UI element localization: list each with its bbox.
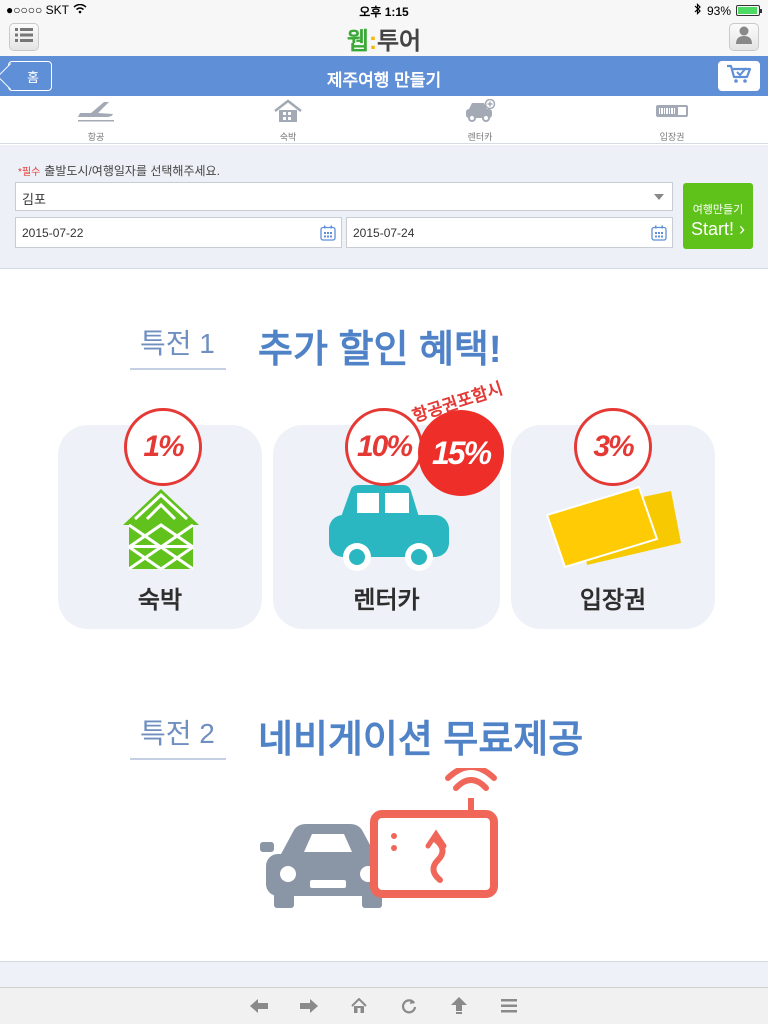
tab-hotel[interactable]: 숙박 [192, 96, 384, 143]
category-tabs: 항공 숙박 렌터카 입장권 [0, 96, 768, 144]
battery-percent: 93% [706, 3, 731, 18]
perk1-label: 특전 1 [130, 322, 226, 370]
house-icon [273, 99, 303, 128]
clock: 오후 1:15 [359, 5, 409, 19]
extra-discount-badge: 15% [418, 410, 504, 496]
discount-badge: 1% [124, 408, 202, 486]
user-icon [736, 26, 752, 49]
chevron-down-icon [654, 194, 664, 200]
tab-label: 렌터카 [467, 132, 493, 142]
start-trip-button[interactable]: 여행만들기 Start! › [683, 183, 753, 249]
perk1-title: 추가 할인 혜택! [258, 329, 502, 371]
app-header: 웹:투어 [0, 20, 768, 56]
logo-part1: 웹 [346, 28, 369, 55]
promo-banner: 특전 1 추가 할인 혜택! 숙박 1% 렌터카 10% 15% 항공권포함시 … [0, 270, 768, 960]
scroll-top-icon[interactable] [448, 995, 470, 1017]
lodging-illustration-icon [113, 485, 209, 576]
status-right: 93% [694, 3, 762, 18]
end-date-field[interactable]: 2015-07-24 [346, 217, 673, 248]
card-label: 렌터카 [353, 587, 420, 614]
tab-flight[interactable]: 항공 [0, 96, 192, 143]
start-button-label: Start! › [690, 219, 745, 239]
menu-lines-icon[interactable] [498, 995, 520, 1017]
ticket-illustration-icon [543, 481, 683, 576]
discount-badge: 3% [574, 408, 652, 486]
card-label: 숙박 [137, 587, 183, 614]
perk2-label-text: 특전 2 [140, 718, 215, 749]
bluetooth-icon [694, 3, 702, 18]
instruction-label: 출발도시/여행일자를 선택해주세요. [44, 164, 220, 178]
instruction-text: *필수 출발도시/여행일자를 선택해주세요. [18, 162, 220, 179]
airplane-icon [76, 99, 116, 128]
cart-icon [726, 64, 752, 89]
car-icon [464, 98, 496, 128]
ticket-icon [655, 99, 689, 128]
calendar-icon[interactable] [651, 225, 667, 244]
home-label: 홈 [27, 69, 39, 85]
calendar-icon[interactable] [320, 225, 336, 244]
back-arrow-icon[interactable] [248, 995, 270, 1017]
tab-label: 입장권 [659, 132, 685, 142]
trip-search-panel: *필수 출발도시/여행일자를 선택해주세요. 김포 2015-07-22 2015… [0, 145, 768, 269]
departure-city-value: 김포 [22, 192, 46, 207]
start-date-value: 2015-07-22 [22, 226, 84, 240]
perk1-label-text: 특전 1 [140, 328, 215, 359]
battery-icon [736, 5, 762, 16]
battery-fill [738, 7, 757, 14]
tab-label: 숙박 [279, 132, 297, 142]
status-bar: ●○○○○ SKT 오후 1:15 93% [0, 0, 768, 20]
forward-arrow-icon[interactable] [298, 995, 320, 1017]
bottom-toolbar [0, 987, 768, 1024]
refresh-icon[interactable] [398, 995, 420, 1017]
card-label: 입장권 [579, 587, 647, 614]
tab-ticket[interactable]: 입장권 [576, 96, 768, 143]
logo[interactable]: 웹:투어 [0, 21, 768, 56]
cart-button[interactable] [718, 61, 760, 91]
navigation-illustration-icon [258, 764, 504, 919]
logo-part2: 투어 [376, 28, 422, 55]
footer-strip [0, 961, 768, 987]
start-date-field[interactable]: 2015-07-22 [15, 217, 342, 248]
required-mark: *필수 [18, 167, 41, 178]
title-bar: 홈 제주여행 만들기 [0, 56, 768, 96]
logo-dot: : [368, 28, 377, 55]
tab-rentcar[interactable]: 렌터카 [384, 96, 576, 143]
perk2-title: 네비게이션 무료제공 [258, 719, 584, 761]
divider [130, 368, 226, 370]
user-button[interactable] [729, 23, 759, 51]
tab-label: 항공 [87, 132, 105, 142]
rentcar-illustration-icon [327, 481, 451, 576]
discount-badge: 10% [345, 408, 423, 486]
start-button-caption: 여행만들기 [692, 204, 744, 216]
departure-city-select[interactable]: 김포 [15, 182, 673, 211]
page-title: 제주여행 만들기 [326, 71, 442, 90]
divider [130, 758, 226, 760]
home-icon[interactable] [348, 995, 370, 1017]
perk2-label: 특전 2 [130, 712, 226, 760]
end-date-value: 2015-07-24 [353, 226, 415, 240]
